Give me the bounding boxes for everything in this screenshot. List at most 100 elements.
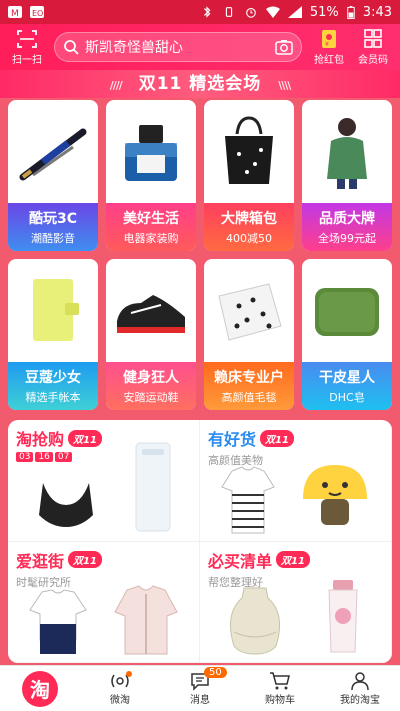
banner-title: 双11 精选会场 — [138, 74, 262, 94]
member-code-button[interactable]: 会员码 — [354, 28, 392, 66]
mushroom-lamp-icon — [303, 464, 368, 525]
soap-icon — [315, 287, 379, 336]
notification-mail-icon: M — [8, 6, 22, 18]
double11-badge: 双11 — [276, 551, 310, 568]
alarm-icon — [246, 8, 256, 18]
user-icon — [351, 672, 369, 691]
category-subtitle: 高颜值毛毯 — [221, 391, 277, 404]
member-code-icon — [364, 28, 382, 48]
category-label: 品质大牌 全场99元起 — [302, 203, 392, 251]
member-code-label: 会员码 — [358, 54, 388, 66]
top-header: 扫一扫 斯凯奇怪兽甜心 ¥ 抢红包 会员码 — [0, 24, 400, 70]
category-title: 品质大牌 — [319, 211, 375, 227]
messages-count-badge: 50 — [204, 667, 227, 678]
product-image — [204, 100, 294, 203]
banner-decoration-right: \\\\ — [278, 79, 291, 92]
battery-icon — [347, 5, 355, 19]
category-title: 健身狂人 — [123, 370, 179, 386]
fashion-model-icon — [327, 117, 367, 189]
product-image — [8, 100, 98, 203]
tote-bag-icon — [225, 116, 273, 184]
panel-aiguangjie[interactable]: 爱逛街 双11 时髦研究所 — [8, 541, 200, 663]
battery-percent: 51% — [309, 4, 339, 20]
category-card-3c[interactable]: 酷玩3C 潮酷影音 — [8, 100, 98, 251]
tab-weitao[interactable]: 微淘 — [80, 671, 160, 706]
panel-images — [16, 442, 191, 535]
category-card-blanket[interactable]: 赖床专业户 高颜值毛毯 — [204, 259, 294, 410]
scan-button[interactable]: 扫一扫 — [8, 29, 46, 66]
double11-badge: 双11 — [260, 429, 294, 447]
category-label: 美好生活 电器家装购 — [106, 203, 196, 251]
tab-cart[interactable]: 购物车 — [240, 671, 320, 706]
category-label: 酷玩3C 潮酷影音 — [8, 203, 98, 251]
category-label: 健身狂人 安踏运动鞋 — [106, 362, 196, 410]
red-packet-button[interactable]: ¥ 抢红包 — [310, 29, 348, 66]
panel-title: 必买清单 — [208, 551, 273, 571]
banner-decoration-left: //// — [109, 79, 123, 92]
tab-label: 微淘 — [110, 695, 130, 706]
category-card-fitness[interactable]: 健身狂人 安踏运动鞋 — [106, 259, 196, 410]
notification-app-icon: EO — [30, 6, 44, 18]
category-title: 美好生活 — [123, 211, 179, 227]
tab-label: 我的淘宝 — [340, 695, 380, 706]
scan-icon — [17, 29, 37, 48]
svg-text:¥: ¥ — [325, 41, 329, 48]
panel-title: 爱逛街 — [16, 551, 65, 571]
panel-taoqianggou[interactable]: 淘抢购 双11 03 16 07 — [8, 420, 200, 542]
camera-icon[interactable] — [275, 39, 293, 55]
tab-home[interactable]: 淘 — [0, 670, 80, 707]
panel-title: 淘抢购 — [16, 430, 65, 449]
countdown-minutes: 16 — [35, 452, 53, 462]
category-card-bags[interactable]: 大牌箱包 400减50 — [204, 100, 294, 251]
red-packet-icon: ¥ — [322, 29, 336, 48]
category-card-skincare[interactable]: 干皮星人 DHC皂 — [302, 259, 392, 410]
panel-bimaiqingdan[interactable]: 必买清单 双11 帮您整理好 — [200, 541, 392, 663]
scan-label: 扫一扫 — [12, 54, 42, 66]
product-image — [106, 259, 196, 362]
category-card-brands[interactable]: 品质大牌 全场99元起 — [302, 100, 392, 251]
tab-my-taobao[interactable]: 我的淘宝 — [320, 671, 400, 706]
product-image — [106, 100, 196, 203]
red-packet-label: 抢红包 — [314, 54, 344, 66]
category-card-notebook[interactable]: 豆蔻少女 精选手帐本 — [8, 259, 98, 410]
search-icon — [64, 40, 79, 55]
panel-images — [208, 580, 383, 657]
striped-shirt-icon — [221, 465, 275, 533]
category-label: 赖床专业户 高颜值毛毯 — [204, 362, 294, 410]
feature-panels: 淘抢购 双11 03 16 07 有好货 双11 高颜值美物 爱逛街 双11 时… — [8, 420, 392, 663]
svg-text:EO: EO — [32, 9, 43, 18]
status-bar: M EO 51% 3:43 — [0, 0, 400, 24]
panel-title: 有好货 — [208, 430, 257, 449]
category-subtitle: 电器家装购 — [123, 232, 179, 245]
notebook-icon — [33, 279, 79, 341]
panel-youhaohuo[interactable]: 有好货 双11 高颜值美物 — [200, 420, 392, 542]
category-label: 干皮星人 DHC皂 — [302, 362, 392, 410]
bluetooth-icon — [203, 6, 211, 18]
promo-banner: //// 双11 精选会场 \\\\ — [0, 70, 400, 98]
double11-badge: 双11 — [68, 551, 102, 568]
weitao-notification-dot — [126, 671, 132, 677]
search-input[interactable]: 斯凯奇怪兽甜心 — [85, 37, 275, 57]
vibrate-icon — [225, 7, 233, 17]
category-subtitle: DHC皂 — [329, 391, 365, 404]
tab-label: 购物车 — [265, 695, 295, 706]
category-label: 豆蔻少女 精选手帐本 — [8, 362, 98, 410]
search-bar[interactable]: 斯凯奇怪兽甜心 — [54, 32, 302, 62]
category-label: 大牌箱包 400减50 — [204, 203, 294, 251]
countdown-seconds: 07 — [54, 452, 73, 462]
cart-icon — [270, 672, 290, 690]
product-image — [302, 259, 392, 362]
ink-bottle-icon — [125, 124, 177, 181]
category-subtitle: 精选手帐本 — [25, 391, 81, 404]
panel-images — [208, 464, 383, 535]
category-subtitle: 400减50 — [226, 232, 272, 245]
category-card-home[interactable]: 美好生活 电器家装购 — [106, 100, 196, 251]
vase-icon — [230, 587, 281, 655]
product-image — [8, 259, 98, 362]
category-subtitle: 潮酷影音 — [31, 232, 75, 245]
jacket-icon — [114, 585, 178, 655]
double11-badge: 双11 — [68, 429, 102, 447]
panel-images — [16, 585, 191, 657]
tab-messages[interactable]: 50 消息 — [160, 667, 240, 706]
signal-icon — [287, 6, 302, 18]
